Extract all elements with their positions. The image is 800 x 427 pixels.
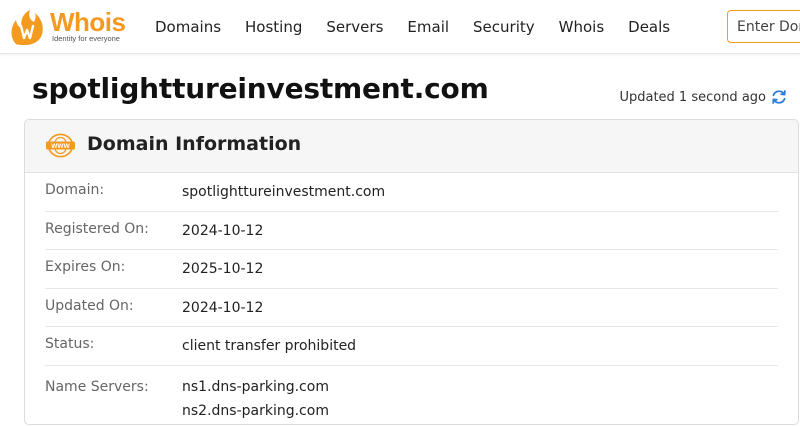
nav-hosting[interactable]: Hosting <box>245 18 302 36</box>
info-row-status: Status: client transfer prohibited <box>45 327 778 366</box>
svg-text:WWW: WWW <box>51 143 70 150</box>
nav-security[interactable]: Security <box>473 18 535 36</box>
nav-deals[interactable]: Deals <box>628 18 670 36</box>
row-value: spotlighttureinvestment.com <box>182 184 386 200</box>
row-label: Status: <box>45 336 95 353</box>
domain-information-card: WWW Domain Information Domain: spotlight… <box>24 119 799 425</box>
row-value: client transfer prohibited <box>182 338 357 355</box>
www-icon: WWW <box>46 133 75 158</box>
info-row-expires-on: Expires On: 2025-10-12 <box>45 250 778 289</box>
main-nav: Domains Hosting Servers Email Security W… <box>155 0 694 54</box>
row-value: 2024-10-12 <box>182 222 264 239</box>
row-value: 2024-10-12 <box>182 299 264 316</box>
refresh-icon[interactable] <box>770 88 788 106</box>
page-title: spotlighttureinvestment.com <box>32 72 489 105</box>
row-label: Name Servers: <box>45 378 149 395</box>
name-servers-list: ns1.dns-parking.com ns2.dns-parking.com <box>182 375 329 423</box>
row-label: Registered On: <box>45 220 149 237</box>
card-title: Domain Information <box>87 133 302 155</box>
nav-email[interactable]: Email <box>407 18 449 36</box>
domain-search-input[interactable] <box>727 10 800 43</box>
whois-flame-logo-icon <box>11 10 43 45</box>
whois-logo[interactable]: Whois Identity for everyone <box>8 6 132 46</box>
row-label: Updated On: <box>45 297 134 314</box>
nav-servers[interactable]: Servers <box>326 18 383 36</box>
info-row-domain: Domain: spotlighttureinvestment.com <box>45 173 778 212</box>
info-row-name-servers: Name Servers: ns1.dns-parking.com ns2.dn… <box>45 366 778 424</box>
info-row-updated-on: Updated On: 2024-10-12 <box>45 289 778 328</box>
row-label: Expires On: <box>45 259 126 276</box>
name-server-2: ns2.dns-parking.com <box>182 402 329 419</box>
domain-info-rows: Domain: spotlighttureinvestment.com Regi… <box>25 173 798 424</box>
updated-text: Updated 1 second ago <box>619 89 766 105</box>
nav-whois[interactable]: Whois <box>559 18 605 36</box>
card-header: WWW Domain Information <box>25 120 798 173</box>
name-server-1: ns1.dns-parking.com <box>182 378 329 395</box>
logo-wordmark: Whois <box>50 7 126 37</box>
info-row-registered-on: Registered On: 2024-10-12 <box>45 212 778 251</box>
row-value: 2025-10-12 <box>182 261 264 278</box>
nav-domains[interactable]: Domains <box>155 18 221 36</box>
updated-status: Updated 1 second ago <box>619 88 788 106</box>
logo-tagline: Identity for everyone <box>52 34 120 43</box>
row-label: Domain: <box>45 182 105 198</box>
top-navigation-bar: Whois Identity for everyone Domains Host… <box>0 0 800 54</box>
